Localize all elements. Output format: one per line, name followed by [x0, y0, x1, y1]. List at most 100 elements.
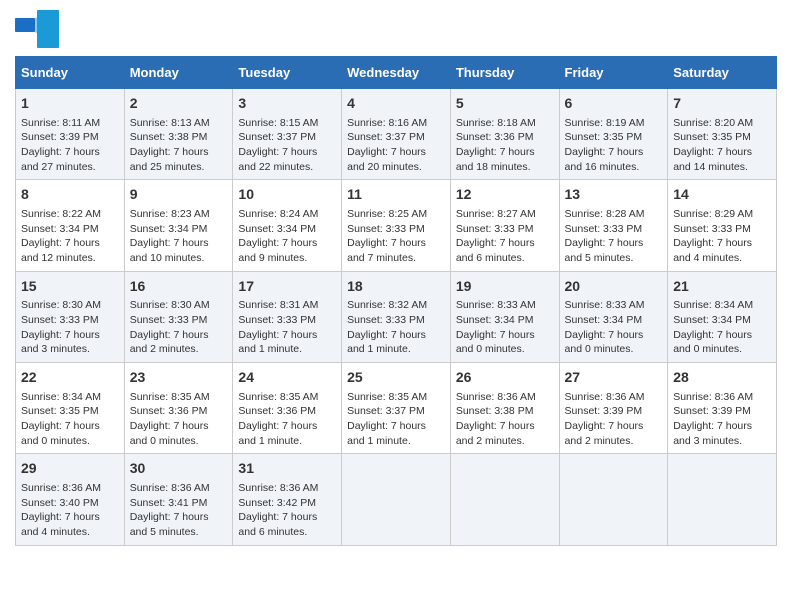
- logo: [15, 10, 63, 48]
- day-info: Sunrise: 8:35 AMSunset: 3:36 PMDaylight:…: [238, 390, 336, 449]
- day-number: 5: [456, 94, 554, 114]
- day-info: Sunrise: 8:16 AMSunset: 3:37 PMDaylight:…: [347, 116, 445, 175]
- day-info: Sunrise: 8:36 AMSunset: 3:42 PMDaylight:…: [238, 481, 336, 540]
- calendar-cell: 23Sunrise: 8:35 AMSunset: 3:36 PMDayligh…: [124, 363, 233, 454]
- week-row-1: 1Sunrise: 8:11 AMSunset: 3:39 PMDaylight…: [16, 89, 777, 180]
- day-info: Sunrise: 8:32 AMSunset: 3:33 PMDaylight:…: [347, 298, 445, 357]
- header-day-tuesday: Tuesday: [233, 57, 342, 89]
- day-info: Sunrise: 8:19 AMSunset: 3:35 PMDaylight:…: [565, 116, 663, 175]
- calendar-cell: 10Sunrise: 8:24 AMSunset: 3:34 PMDayligh…: [233, 180, 342, 271]
- day-number: 4: [347, 94, 445, 114]
- day-number: 12: [456, 185, 554, 205]
- day-number: 30: [130, 459, 228, 479]
- day-number: 31: [238, 459, 336, 479]
- logo-icon: [15, 10, 59, 48]
- day-number: 20: [565, 277, 663, 297]
- calendar-cell: 31Sunrise: 8:36 AMSunset: 3:42 PMDayligh…: [233, 454, 342, 545]
- page-header: [15, 10, 777, 48]
- calendar-cell: 1Sunrise: 8:11 AMSunset: 3:39 PMDaylight…: [16, 89, 125, 180]
- day-info: Sunrise: 8:30 AMSunset: 3:33 PMDaylight:…: [21, 298, 119, 357]
- day-info: Sunrise: 8:36 AMSunset: 3:39 PMDaylight:…: [565, 390, 663, 449]
- calendar-cell: 19Sunrise: 8:33 AMSunset: 3:34 PMDayligh…: [450, 271, 559, 362]
- calendar-cell: 7Sunrise: 8:20 AMSunset: 3:35 PMDaylight…: [668, 89, 777, 180]
- calendar-cell: 4Sunrise: 8:16 AMSunset: 3:37 PMDaylight…: [342, 89, 451, 180]
- day-info: Sunrise: 8:20 AMSunset: 3:35 PMDaylight:…: [673, 116, 771, 175]
- calendar-cell: 25Sunrise: 8:35 AMSunset: 3:37 PMDayligh…: [342, 363, 451, 454]
- day-info: Sunrise: 8:30 AMSunset: 3:33 PMDaylight:…: [130, 298, 228, 357]
- day-number: 8: [21, 185, 119, 205]
- day-number: 1: [21, 94, 119, 114]
- header-row: SundayMondayTuesdayWednesdayThursdayFrid…: [16, 57, 777, 89]
- day-info: Sunrise: 8:35 AMSunset: 3:37 PMDaylight:…: [347, 390, 445, 449]
- day-number: 3: [238, 94, 336, 114]
- day-info: Sunrise: 8:36 AMSunset: 3:39 PMDaylight:…: [673, 390, 771, 449]
- day-info: Sunrise: 8:36 AMSunset: 3:40 PMDaylight:…: [21, 481, 119, 540]
- day-number: 27: [565, 368, 663, 388]
- day-info: Sunrise: 8:25 AMSunset: 3:33 PMDaylight:…: [347, 207, 445, 266]
- header-day-thursday: Thursday: [450, 57, 559, 89]
- week-row-5: 29Sunrise: 8:36 AMSunset: 3:40 PMDayligh…: [16, 454, 777, 545]
- calendar-cell: 29Sunrise: 8:36 AMSunset: 3:40 PMDayligh…: [16, 454, 125, 545]
- day-number: 2: [130, 94, 228, 114]
- day-number: 6: [565, 94, 663, 114]
- week-row-3: 15Sunrise: 8:30 AMSunset: 3:33 PMDayligh…: [16, 271, 777, 362]
- calendar-cell: [450, 454, 559, 545]
- calendar-cell: 18Sunrise: 8:32 AMSunset: 3:33 PMDayligh…: [342, 271, 451, 362]
- day-info: Sunrise: 8:24 AMSunset: 3:34 PMDaylight:…: [238, 207, 336, 266]
- day-info: Sunrise: 8:36 AMSunset: 3:38 PMDaylight:…: [456, 390, 554, 449]
- calendar-cell: 17Sunrise: 8:31 AMSunset: 3:33 PMDayligh…: [233, 271, 342, 362]
- day-info: Sunrise: 8:15 AMSunset: 3:37 PMDaylight:…: [238, 116, 336, 175]
- day-number: 22: [21, 368, 119, 388]
- calendar-cell: 27Sunrise: 8:36 AMSunset: 3:39 PMDayligh…: [559, 363, 668, 454]
- calendar-body: 1Sunrise: 8:11 AMSunset: 3:39 PMDaylight…: [16, 89, 777, 546]
- day-number: 28: [673, 368, 771, 388]
- day-info: Sunrise: 8:13 AMSunset: 3:38 PMDaylight:…: [130, 116, 228, 175]
- header-day-sunday: Sunday: [16, 57, 125, 89]
- header-day-friday: Friday: [559, 57, 668, 89]
- calendar-cell: 26Sunrise: 8:36 AMSunset: 3:38 PMDayligh…: [450, 363, 559, 454]
- calendar-cell: 2Sunrise: 8:13 AMSunset: 3:38 PMDaylight…: [124, 89, 233, 180]
- day-info: Sunrise: 8:35 AMSunset: 3:36 PMDaylight:…: [130, 390, 228, 449]
- day-info: Sunrise: 8:27 AMSunset: 3:33 PMDaylight:…: [456, 207, 554, 266]
- day-number: 15: [21, 277, 119, 297]
- calendar-cell: 5Sunrise: 8:18 AMSunset: 3:36 PMDaylight…: [450, 89, 559, 180]
- day-number: 18: [347, 277, 445, 297]
- day-info: Sunrise: 8:11 AMSunset: 3:39 PMDaylight:…: [21, 116, 119, 175]
- calendar-cell: 8Sunrise: 8:22 AMSunset: 3:34 PMDaylight…: [16, 180, 125, 271]
- calendar-cell: 9Sunrise: 8:23 AMSunset: 3:34 PMDaylight…: [124, 180, 233, 271]
- day-info: Sunrise: 8:23 AMSunset: 3:34 PMDaylight:…: [130, 207, 228, 266]
- day-info: Sunrise: 8:33 AMSunset: 3:34 PMDaylight:…: [456, 298, 554, 357]
- calendar-cell: 30Sunrise: 8:36 AMSunset: 3:41 PMDayligh…: [124, 454, 233, 545]
- day-info: Sunrise: 8:29 AMSunset: 3:33 PMDaylight:…: [673, 207, 771, 266]
- calendar-header: SundayMondayTuesdayWednesdayThursdayFrid…: [16, 57, 777, 89]
- calendar-cell: 14Sunrise: 8:29 AMSunset: 3:33 PMDayligh…: [668, 180, 777, 271]
- day-info: Sunrise: 8:36 AMSunset: 3:41 PMDaylight:…: [130, 481, 228, 540]
- week-row-4: 22Sunrise: 8:34 AMSunset: 3:35 PMDayligh…: [16, 363, 777, 454]
- day-number: 26: [456, 368, 554, 388]
- day-info: Sunrise: 8:33 AMSunset: 3:34 PMDaylight:…: [565, 298, 663, 357]
- day-number: 19: [456, 277, 554, 297]
- header-day-wednesday: Wednesday: [342, 57, 451, 89]
- day-info: Sunrise: 8:18 AMSunset: 3:36 PMDaylight:…: [456, 116, 554, 175]
- calendar-cell: [559, 454, 668, 545]
- day-info: Sunrise: 8:34 AMSunset: 3:34 PMDaylight:…: [673, 298, 771, 357]
- calendar-cell: 20Sunrise: 8:33 AMSunset: 3:34 PMDayligh…: [559, 271, 668, 362]
- calendar-cell: 12Sunrise: 8:27 AMSunset: 3:33 PMDayligh…: [450, 180, 559, 271]
- day-number: 13: [565, 185, 663, 205]
- day-number: 7: [673, 94, 771, 114]
- header-day-saturday: Saturday: [668, 57, 777, 89]
- calendar-cell: 13Sunrise: 8:28 AMSunset: 3:33 PMDayligh…: [559, 180, 668, 271]
- day-number: 11: [347, 185, 445, 205]
- day-number: 25: [347, 368, 445, 388]
- calendar-cell: 24Sunrise: 8:35 AMSunset: 3:36 PMDayligh…: [233, 363, 342, 454]
- calendar-cell: 15Sunrise: 8:30 AMSunset: 3:33 PMDayligh…: [16, 271, 125, 362]
- day-number: 14: [673, 185, 771, 205]
- calendar-cell: 22Sunrise: 8:34 AMSunset: 3:35 PMDayligh…: [16, 363, 125, 454]
- day-info: Sunrise: 8:22 AMSunset: 3:34 PMDaylight:…: [21, 207, 119, 266]
- day-number: 9: [130, 185, 228, 205]
- calendar-cell: [668, 454, 777, 545]
- week-row-2: 8Sunrise: 8:22 AMSunset: 3:34 PMDaylight…: [16, 180, 777, 271]
- calendar-cell: 28Sunrise: 8:36 AMSunset: 3:39 PMDayligh…: [668, 363, 777, 454]
- day-number: 10: [238, 185, 336, 205]
- calendar-cell: 6Sunrise: 8:19 AMSunset: 3:35 PMDaylight…: [559, 89, 668, 180]
